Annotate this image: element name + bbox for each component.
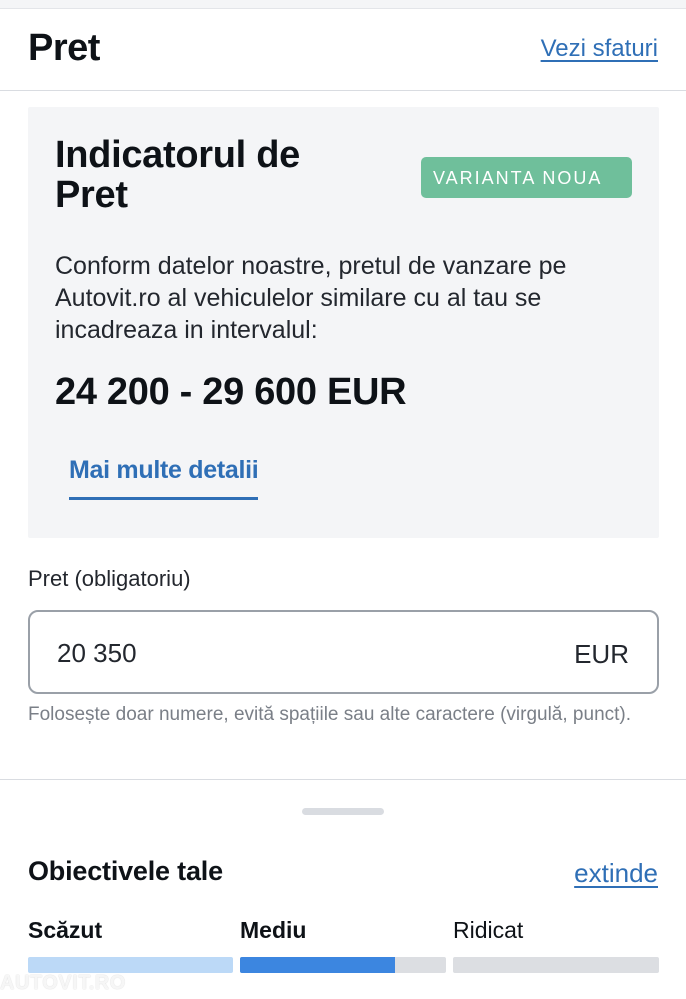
price-indicator-title: Indicatorul de Pret — [55, 134, 300, 216]
level-medium-bar-fill — [240, 957, 395, 973]
level-low-bar — [28, 957, 233, 973]
watermark-logo: AUTOVIT.RO — [0, 972, 126, 994]
tips-link[interactable]: Vezi sfaturi — [541, 35, 658, 63]
price-input[interactable] — [57, 636, 537, 670]
new-version-badge: VARIANTA NOUA — [421, 157, 632, 198]
price-range: 24 200 - 29 600 EUR — [55, 371, 407, 413]
price-indicator-description: Conform datelor noastre, pretul de vanza… — [55, 252, 567, 344]
level-high-bar — [453, 957, 659, 973]
price-indicator-panel: Indicatorul de Pret VARIANTA NOUA Confor… — [28, 107, 659, 538]
drag-handle[interactable] — [302, 808, 384, 815]
expand-link[interactable]: extinde — [574, 858, 658, 889]
price-field-label: Pret (obligatoriu) — [28, 566, 191, 591]
level-high-label[interactable]: Ridicat — [453, 917, 523, 944]
top-strip — [0, 0, 686, 9]
page-title: Pret — [28, 27, 100, 69]
section-divider — [0, 779, 686, 780]
price-field[interactable]: EUR — [28, 610, 659, 694]
more-details-link[interactable]: Mai multe detalii — [69, 456, 259, 500]
level-medium-label[interactable]: Mediu — [240, 917, 306, 944]
objectives-title: Obiectivele tale — [28, 856, 223, 886]
currency-unit: EUR — [574, 639, 629, 669]
price-field-hint: Folosește doar numere, evită spațiile sa… — [28, 704, 632, 725]
level-medium-bar — [240, 957, 446, 973]
header: Pret Vezi sfaturi — [0, 9, 686, 91]
level-low-label[interactable]: Scăzut — [28, 917, 102, 944]
